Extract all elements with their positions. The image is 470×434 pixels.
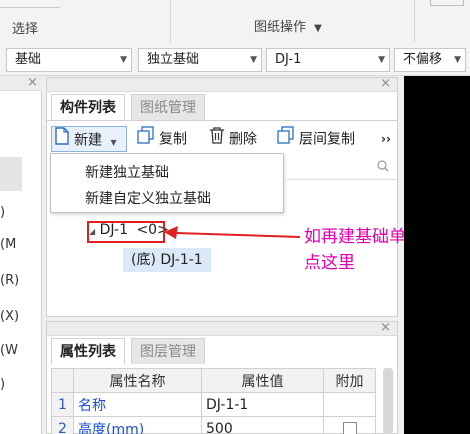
offset-combo[interactable]: 不偏移 ▼ [394, 48, 466, 72]
column-header: 属性值 [201, 368, 324, 393]
table-row[interactable]: 2 高度(mm) 500 [51, 416, 376, 434]
delete-button[interactable]: 删除 [209, 126, 257, 152]
copy-icon [137, 126, 155, 153]
ribbon: 选择 图纸操作 ▼ [0, 0, 470, 44]
more-tools-button[interactable]: ›› [381, 126, 391, 152]
property-list-panel: × 属性列表 图层管理 属性名称 属性值 附加 1 名称 DJ-1-1 2 高度… [46, 320, 398, 434]
chevron-down-icon: ▼ [378, 55, 385, 65]
nav-item[interactable]: (X) [0, 309, 19, 324]
property-name: 名称 [73, 392, 202, 417]
vertical-scrollbar[interactable] [383, 368, 393, 434]
property-value[interactable]: DJ-1-1 [201, 392, 324, 417]
ribbon-cutoff-area [0, 0, 60, 8]
delete-button-label: 删除 [229, 131, 257, 148]
index-column-header [51, 368, 74, 393]
close-icon[interactable]: × [380, 320, 391, 335]
chevron-down-icon: ▼ [250, 55, 257, 65]
nav-item[interactable]: (M [0, 237, 16, 252]
property-name: 高度(mm) [73, 416, 202, 434]
nav-item[interactable]: ) [0, 205, 5, 220]
annotation-highlight-box [87, 221, 165, 243]
chevron-down-icon: ▼ [314, 23, 322, 34]
drawing-ops-label: 图纸操作 [254, 20, 307, 35]
property-value[interactable]: 500 [201, 416, 324, 434]
navigation-panel: × ) (M (R) (X) (W ) [0, 75, 42, 434]
new-file-icon [54, 127, 70, 154]
tree-node-child[interactable]: (底) DJ-1-1 [123, 248, 211, 272]
panel-header: × [0, 75, 42, 91]
nav-item[interactable]: (W [0, 343, 18, 358]
new-dropdown-menu: 新建独立基础 新建自定义独立基础 [50, 153, 284, 213]
ribbon-cutoff-area [430, 0, 464, 6]
component-type-combo[interactable]: 独立基础 ▼ [138, 48, 262, 72]
menu-item-new-isolated-foundation[interactable]: 新建独立基础 [85, 162, 169, 182]
chevron-down-icon: ▼ [454, 55, 461, 65]
panel-header: × [47, 76, 397, 92]
tab-drawing-management[interactable]: 图纸管理 [131, 94, 205, 120]
combo-value: 独立基础 [147, 52, 200, 67]
nav-item[interactable]: ) [0, 377, 5, 392]
close-icon[interactable]: × [380, 76, 391, 91]
nav-item[interactable]: (R) [0, 273, 19, 288]
attach-checkbox[interactable] [342, 421, 357, 434]
copy-button-label: 复制 [159, 131, 187, 148]
search-icon [377, 160, 389, 176]
close-icon[interactable]: × [27, 75, 38, 90]
ribbon-separator [170, 0, 171, 42]
table-header-row: 属性名称 属性值 附加 [51, 368, 376, 393]
drawing-ops-group-label[interactable]: 图纸操作 ▼ [254, 16, 322, 35]
tab-divider [47, 120, 397, 121]
ribbon-separator [414, 0, 415, 42]
element-selector-bar: 基础 ▼ 独立基础 ▼ DJ-1 ▼ 不偏移 ▼ [0, 44, 470, 76]
table-row[interactable]: 1 名称 DJ-1-1 [51, 392, 376, 417]
select-group-label: 选择 [12, 22, 39, 37]
property-extra [323, 416, 376, 434]
tab-layer-management[interactable]: 图层管理 [131, 338, 205, 364]
menu-item-new-custom-foundation[interactable]: 新建自定义独立基础 [85, 188, 211, 208]
row-index: 2 [51, 416, 74, 434]
new-button-label: 新建 [74, 132, 102, 149]
floor-type-combo[interactable]: 基础 ▼ [6, 48, 132, 72]
annotation-arrow [164, 226, 300, 239]
property-table: 属性名称 属性值 附加 1 名称 DJ-1-1 2 高度(mm) 500 [51, 368, 376, 434]
selected-row-highlight [0, 157, 22, 191]
trash-icon [209, 126, 225, 153]
property-extra [323, 392, 376, 417]
copy-icon [277, 126, 295, 153]
combo-value: 基础 [15, 52, 42, 67]
chevron-down-icon: ▼ [120, 55, 127, 65]
row-index: 1 [51, 392, 74, 417]
floor-copy-button[interactable]: 层间复制 [277, 126, 355, 152]
combo-value: 不偏移 [403, 52, 443, 67]
tab-component-list[interactable]: 构件列表 [51, 94, 125, 120]
column-header: 属性名称 [73, 368, 202, 393]
floor-copy-button-label: 层间复制 [299, 131, 355, 148]
search-input[interactable] [287, 158, 397, 180]
copy-button[interactable]: 复制 [137, 126, 187, 152]
component-name-combo[interactable]: DJ-1 ▼ [266, 48, 390, 72]
combo-value: DJ-1 [275, 52, 302, 67]
annotation-text-line2: 点这里 [304, 253, 355, 273]
drawing-canvas[interactable] [404, 76, 470, 434]
tab-property-list[interactable]: 属性列表 [51, 338, 125, 364]
panel-header: × [47, 320, 397, 336]
chevron-down-icon: ▼ [110, 137, 117, 147]
new-button[interactable]: 新建 ▼ [51, 126, 127, 152]
column-header: 附加 [323, 368, 376, 393]
